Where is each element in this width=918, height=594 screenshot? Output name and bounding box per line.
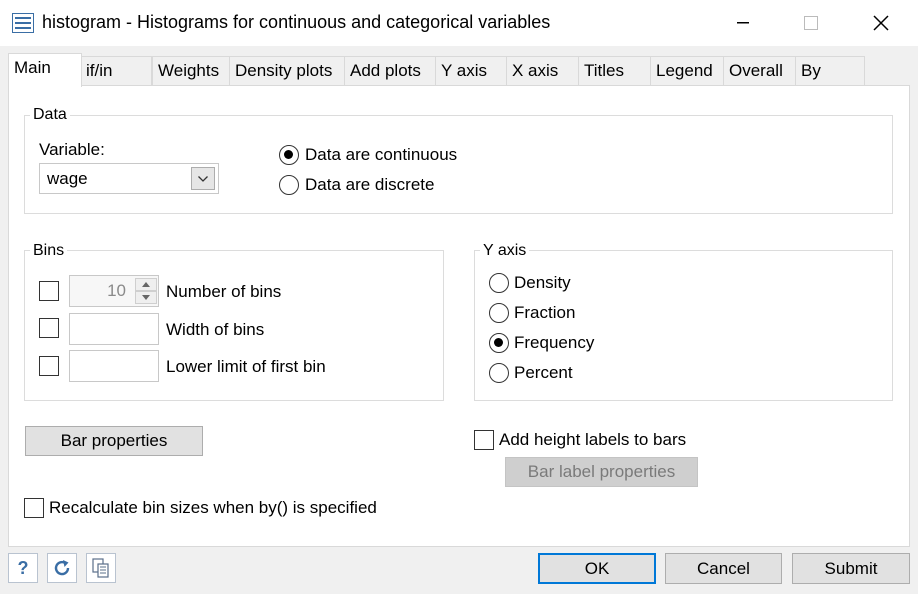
tab-label: Add plots (350, 61, 421, 80)
close-button[interactable] (858, 0, 904, 46)
tab-main[interactable]: Main (8, 53, 82, 87)
bins-group-legend: Bins (30, 242, 68, 260)
recalculate-label: Recalculate bin sizes when by() is speci… (49, 498, 377, 517)
lower-limit-checkbox[interactable] (39, 356, 59, 376)
tab-overall[interactable]: Overall (723, 56, 796, 86)
number-of-bins-spinner[interactable]: 10 (69, 275, 159, 307)
tab-density-plots[interactable]: Density plots (229, 56, 345, 86)
percent-radio[interactable] (489, 363, 509, 383)
tab-label: Legend (656, 61, 713, 80)
tab-label: By (801, 61, 821, 80)
tab-weights[interactable]: Weights (152, 56, 230, 86)
variable-label: Variable: (39, 140, 105, 159)
cancel-button[interactable]: Cancel (665, 553, 782, 584)
density-radio[interactable] (489, 273, 509, 293)
spinner-down-button[interactable] (135, 291, 157, 304)
tab-y-axis[interactable]: Y axis (435, 56, 507, 86)
bar-label-properties-button[interactable]: Bar label properties (505, 457, 698, 487)
minimize-icon (737, 22, 749, 24)
data-group-legend: Data (30, 106, 70, 124)
window-title: histogram - Histograms for continuous an… (42, 12, 551, 32)
density-label: Density (514, 273, 571, 292)
tab-label: Weights (158, 61, 220, 80)
continuous-label: Data are continuous (305, 145, 458, 164)
fraction-label: Fraction (514, 303, 576, 322)
caret-down-icon (142, 295, 150, 300)
bar-properties-button[interactable]: Bar properties (25, 426, 203, 456)
maximize-icon (804, 16, 818, 30)
lower-limit-label: Lower limit of first bin (166, 357, 326, 376)
tab-label: if/in (86, 61, 113, 80)
help-icon: ? (17, 557, 29, 578)
variable-dropdown-button[interactable] (191, 167, 215, 190)
tab-legend[interactable]: Legend (650, 56, 724, 86)
refresh-icon (54, 560, 70, 576)
tab-label: Y axis (441, 61, 487, 80)
number-of-bins-value: 10 (107, 281, 126, 300)
tab-if-in[interactable]: if/in (80, 56, 152, 86)
tab-label: Main (14, 58, 51, 77)
variable-value: wage (47, 169, 88, 188)
continuous-radio[interactable] (279, 145, 299, 165)
discrete-label: Data are discrete (305, 175, 435, 194)
help-button[interactable]: ? (8, 553, 38, 583)
reset-button[interactable] (47, 553, 77, 583)
copy-icon (92, 558, 109, 578)
frequency-radio[interactable] (489, 333, 509, 353)
tab-x-axis[interactable]: X axis (506, 56, 579, 86)
minimize-button[interactable] (720, 0, 766, 46)
width-of-bins-label: Width of bins (166, 320, 265, 339)
tab-add-plots[interactable]: Add plots (344, 56, 436, 86)
tab-by[interactable]: By (795, 56, 865, 86)
dialog-app-icon (12, 13, 34, 33)
tab-label: Overall (729, 61, 783, 80)
spinner-up-button[interactable] (135, 278, 157, 291)
tab-titles[interactable]: Titles (578, 56, 651, 86)
width-of-bins-checkbox[interactable] (39, 318, 59, 338)
tab-label: Density plots (235, 61, 333, 80)
ok-button[interactable]: OK (538, 553, 656, 584)
variable-combobox[interactable]: wage (39, 163, 219, 194)
close-icon (873, 15, 889, 31)
submit-button[interactable]: Submit (792, 553, 910, 584)
fraction-radio[interactable] (489, 303, 509, 323)
height-labels-label: Add height labels to bars (499, 430, 687, 449)
discrete-radio[interactable] (279, 175, 299, 195)
maximize-button[interactable] (788, 0, 834, 46)
main-tab-panel: Data Variable: wage Data are continuous … (8, 85, 910, 547)
yaxis-group-legend: Y axis (480, 242, 530, 260)
width-of-bins-input[interactable] (69, 313, 159, 345)
lower-limit-input[interactable] (69, 350, 159, 382)
frequency-label: Frequency (514, 333, 595, 352)
title-bar: histogram - Histograms for continuous an… (0, 0, 918, 46)
number-of-bins-checkbox[interactable] (39, 281, 59, 301)
caret-up-icon (142, 282, 150, 287)
copy-button[interactable] (86, 553, 116, 583)
chevron-down-icon (198, 175, 208, 182)
tab-label: Titles (584, 61, 624, 80)
percent-label: Percent (514, 363, 573, 382)
recalculate-checkbox[interactable] (24, 498, 44, 518)
height-labels-checkbox[interactable] (474, 430, 494, 450)
number-of-bins-label: Number of bins (166, 282, 282, 301)
tab-label: X axis (512, 61, 559, 80)
